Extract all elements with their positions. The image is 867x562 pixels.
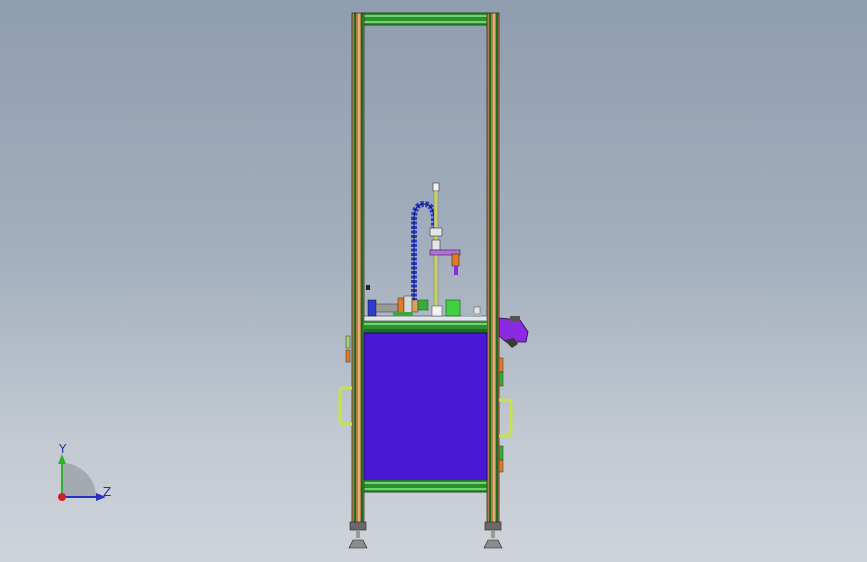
side-mounted-unit (498, 316, 529, 348)
triad-plane-icon (62, 463, 96, 497)
origin-point (58, 493, 66, 501)
cable-chain (411, 200, 437, 310)
work-table (363, 315, 488, 333)
top-crossbar (362, 12, 489, 26)
machine-model[interactable] (0, 0, 867, 562)
right-upright (486, 12, 500, 529)
z-axis-label: Z (103, 485, 112, 499)
cabinet-panel (363, 332, 488, 481)
vertical-actuator (429, 182, 461, 312)
leveling-feet (348, 521, 503, 549)
y-axis-label: Y (59, 442, 67, 456)
right-handle (498, 357, 513, 473)
graphics-viewport[interactable]: Y Z (0, 0, 867, 562)
left-handle (338, 335, 352, 426)
left-upright (351, 12, 365, 529)
coordinate-triad (58, 454, 106, 501)
bottom-crossbar (363, 479, 488, 493)
table-fixtures (366, 285, 482, 317)
